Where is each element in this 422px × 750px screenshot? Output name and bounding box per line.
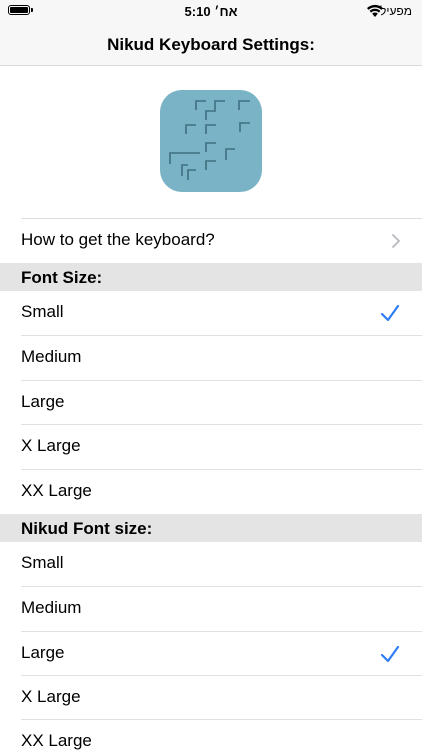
nikud-font-size-option-large[interactable]: Large — [0, 632, 422, 676]
option-label: Medium — [21, 598, 82, 617]
option-label: Small — [21, 302, 64, 321]
option-label: XX Large — [21, 481, 92, 500]
carrier-label: מפעיל — [379, 4, 412, 18]
option-label: Large — [21, 643, 65, 662]
nikud-font-size-header-label: Nikud Font size: — [21, 519, 153, 538]
option-label: Large — [21, 392, 65, 411]
font-size-option-large[interactable]: Large — [0, 381, 422, 425]
option-label: Medium — [21, 347, 82, 366]
how-to-get-keyboard-row[interactable]: How to get the keyboard? — [0, 219, 422, 263]
font-size-section-header: Font Size: — [0, 263, 422, 291]
keyboard-logo-icon — [169, 100, 250, 180]
status-bar: 5:10 אח׳ מפעיל — [0, 0, 422, 22]
option-label: XX Large — [21, 731, 92, 750]
page-title: Nikud Keyboard Settings: — [107, 35, 315, 54]
font-size-option-xx-large[interactable]: XX Large — [0, 470, 422, 514]
how-to-get-keyboard-label: How to get the keyboard? — [21, 230, 215, 249]
font-size-option-small[interactable]: Small — [0, 291, 422, 335]
option-label: X Large — [21, 687, 81, 706]
option-label: X Large — [21, 436, 81, 455]
nikud-font-size-section-header: Nikud Font size: — [0, 514, 422, 542]
font-size-option-medium[interactable]: Medium — [0, 336, 422, 380]
checkmark-icon — [380, 645, 400, 663]
app-logo — [160, 90, 262, 192]
status-time: 5:10 אח׳ — [184, 4, 238, 19]
chevron-right-icon — [392, 234, 400, 248]
checkmark-icon — [380, 304, 400, 322]
option-label: Small — [21, 553, 64, 572]
nikud-font-size-option-xx-large[interactable]: XX Large — [0, 720, 422, 750]
nikud-font-size-option-medium[interactable]: Medium — [0, 587, 422, 631]
font-size-option-x-large[interactable]: X Large — [0, 425, 422, 469]
font-size-header-label: Font Size: — [21, 268, 103, 287]
navigation-bar: Nikud Keyboard Settings: — [0, 22, 422, 66]
nikud-font-size-option-x-large[interactable]: X Large — [0, 676, 422, 720]
nikud-font-size-option-small[interactable]: Small — [0, 542, 422, 586]
